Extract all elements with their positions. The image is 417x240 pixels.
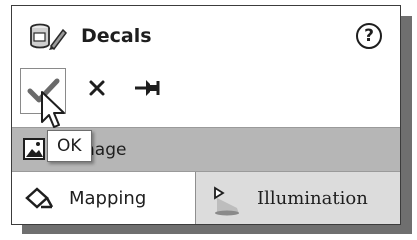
illumination-icon: [214, 186, 239, 216]
pushpin-icon[interactable]: [133, 76, 163, 100]
checkmark-icon: [27, 78, 60, 103]
tab-illumination-label: Illumination: [257, 188, 368, 209]
tab-bar: Mapping Illumination: [12, 171, 400, 224]
tab-mapping-label: Mapping: [69, 188, 147, 209]
help-icon[interactable]: ?: [356, 23, 382, 49]
tab-mapping[interactable]: Mapping: [12, 172, 196, 224]
mapping-icon: [25, 187, 54, 209]
image-icon: [23, 138, 45, 160]
panel-header: Decals ?: [12, 6, 400, 64]
panel-title: Decals: [81, 25, 152, 47]
close-icon[interactable]: [86, 76, 108, 100]
ok-tooltip: OK: [47, 130, 92, 162]
decals-property-manager: Decals ? nage Mapping Illumination OK: [11, 5, 401, 225]
decals-icon: [30, 23, 67, 51]
ok-button[interactable]: [20, 68, 66, 114]
tab-illumination[interactable]: Illumination: [197, 172, 400, 224]
